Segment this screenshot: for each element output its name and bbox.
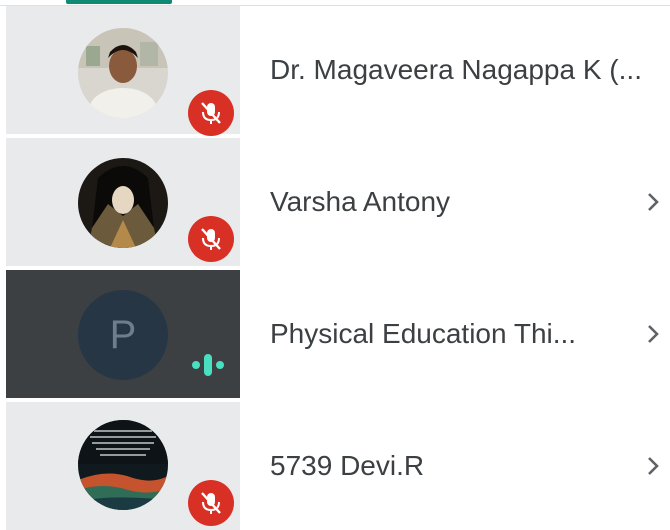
participant-name: Varsha Antony: [270, 186, 451, 217]
participant-name: Physical Education Thi...: [270, 318, 577, 349]
participant-avatar: P: [78, 290, 168, 380]
participant-row[interactable]: 5739 Devi.R: [6, 402, 670, 530]
mic-off-icon: [188, 480, 234, 526]
participant-avatar: [78, 420, 168, 510]
participant-row[interactable]: Varsha Antony: [6, 138, 670, 266]
avatar-initial: P: [109, 312, 137, 357]
participant-row[interactable]: P Physical Education Thi...: [6, 270, 670, 398]
chevron-right-icon[interactable]: [646, 402, 660, 530]
active-tab-indicator: [66, 0, 172, 4]
speaking-indicator-icon: [192, 354, 224, 376]
chevron-right-icon[interactable]: [646, 270, 660, 398]
participant-avatar: [78, 28, 168, 118]
mic-off-icon: [188, 90, 234, 136]
participant-name: 5739 Devi.R: [270, 450, 425, 481]
mic-off-icon: [188, 216, 234, 262]
participant-name: Dr. Magaveera Nagappa K (...: [270, 54, 642, 85]
chevron-right-icon[interactable]: [646, 138, 660, 266]
participant-avatar: [78, 158, 168, 248]
participant-row[interactable]: Dr. Magaveera Nagappa K (...: [6, 6, 670, 136]
